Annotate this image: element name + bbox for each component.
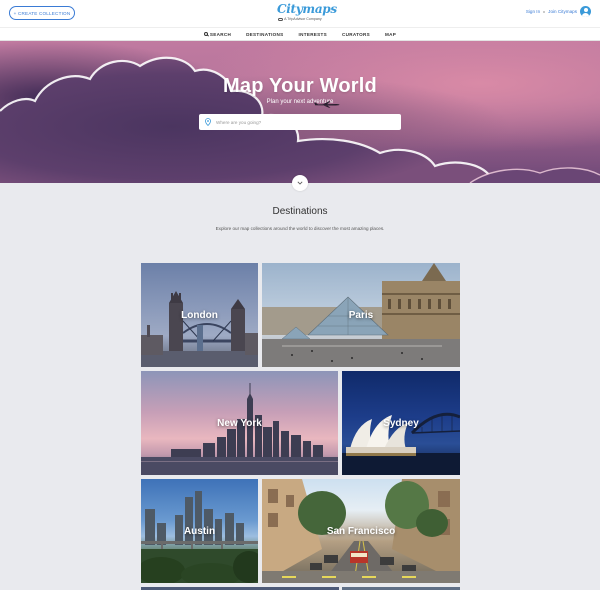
citymaps-logo[interactable]: Citymaps A TripAdvisor Company (277, 2, 337, 22)
nav-curators[interactable]: CURATORS (342, 32, 370, 37)
tile-label-paris: Paris (348, 310, 374, 321)
destinations-description: Explore our map collections around the w… (215, 226, 385, 231)
destination-tile-austin[interactable]: Austin (141, 479, 258, 583)
destination-tile-sydney[interactable]: Sydney (342, 371, 460, 475)
tile-label-london: London (181, 310, 218, 321)
nav-curators-label: CURATORS (342, 31, 371, 37)
nav-interests-label: INTERESTS (298, 31, 328, 37)
logo-subtitle: A TripAdvisor Company (277, 16, 323, 22)
hero-subtitle: Plan your next adventure (266, 99, 334, 105)
location-pin-icon (205, 118, 211, 126)
sign-in-link[interactable]: Sign In (526, 9, 540, 14)
tile-label-new-york: New York (217, 418, 262, 429)
create-collection-button[interactable]: + CREATE COLLECTION (9, 6, 75, 20)
tile-label-austin: Austin (183, 526, 216, 537)
destination-search[interactable] (199, 114, 401, 130)
nav-destinations-label: DESTINATIONS (246, 31, 284, 37)
tripadvisor-owl-icon (278, 17, 284, 21)
destinations-title: Destinations (272, 206, 328, 217)
top-bar: + CREATE COLLECTION Citymaps A TripAdvis… (0, 0, 600, 27)
hero-title: Map Your World (223, 75, 377, 97)
main-nav: SEARCH DESTINATIONS INTERESTS CURATORS M… (0, 27, 600, 41)
destination-tile-new-york[interactable]: New York (141, 371, 338, 475)
airplane-icon (314, 101, 340, 108)
destination-tile-london[interactable]: London (141, 263, 258, 367)
join-link[interactable]: Join Citymaps (548, 9, 577, 14)
logo-text: Citymaps (277, 2, 337, 16)
search-icon (203, 32, 208, 36)
destination-tile-paris[interactable]: Paris (262, 263, 460, 367)
nav-destinations[interactable]: DESTINATIONS (246, 32, 283, 37)
nav-interests[interactable]: INTERESTS (299, 32, 327, 37)
hero-banner: Map Your World Plan your next adventure (0, 41, 600, 183)
hero-cloud-image (0, 56, 600, 183)
nav-map-label: MAP (385, 31, 397, 37)
chevron-down-icon (297, 181, 303, 185)
nav-map[interactable]: MAP (385, 32, 396, 37)
avatar-icon[interactable] (580, 6, 591, 17)
nav-search[interactable]: SEARCH (203, 31, 232, 37)
separator-dot (543, 10, 546, 13)
logo-sub-text: A TripAdvisor Company (284, 17, 322, 21)
search-input[interactable] (216, 119, 396, 125)
auth-links: Sign In Join Citymaps (526, 6, 591, 17)
tile-label-sydney: Sydney (383, 418, 419, 429)
nav-search-label: SEARCH (209, 31, 232, 37)
destination-tile-san-francisco[interactable]: San Francisco (262, 479, 460, 583)
tile-label-san-francisco: San Francisco (326, 526, 396, 537)
scroll-down-button[interactable] (292, 175, 308, 191)
